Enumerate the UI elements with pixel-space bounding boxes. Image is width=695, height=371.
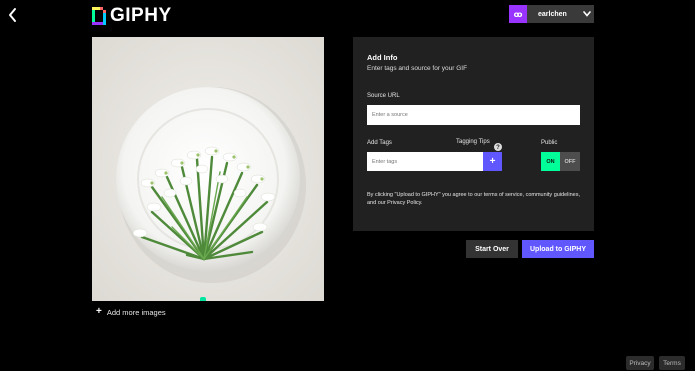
upload-progress-indicator [200,297,206,301]
add-info-panel: Add Info Enter tags and source for your … [353,37,594,231]
help-icon[interactable]: ? [494,138,502,151]
svg-text:?: ? [496,145,500,151]
giphy-logo-icon [92,7,106,25]
add-more-images-label: Add more images [106,307,166,317]
flower-plate-image [92,37,324,301]
toggle-on[interactable]: ON [541,152,560,171]
avatar: ꝏ [509,5,527,23]
avatar-text: ꝏ [513,9,523,19]
user-menu[interactable]: ꝏ earlchen [509,5,594,23]
add-more-images-button[interactable]: + Add more images [96,307,166,317]
logo-text: GIPHY [110,5,172,26]
giphy-logo[interactable]: GIPHY [92,5,172,27]
tags-input[interactable] [367,152,483,171]
public-toggle[interactable]: ON OFF [541,152,580,171]
plus-icon: + [489,156,496,167]
back-chevron-icon[interactable] [6,6,20,24]
plus-icon: + [96,306,102,317]
add-tags-label: Add Tags [367,140,392,146]
source-url-label: Source URL [367,93,400,99]
start-over-button[interactable]: Start Over [466,240,518,258]
username: earlchen [538,10,567,18]
tagging-tips-link[interactable]: Tagging Tips [456,139,490,145]
panel-subtitle: Enter tags and source for your GIF [367,65,468,72]
terms-notice: By clicking "Upload to GIPHY" you agree … [367,192,580,206]
public-label: Public [541,140,558,146]
add-tag-button[interactable]: + [483,152,502,171]
uploaded-image-preview [92,37,324,301]
panel-title: Add Info [367,53,398,62]
upload-to-giphy-button[interactable]: Upload to GIPHY [522,240,594,258]
toggle-off[interactable]: OFF [560,152,580,171]
chevron-down-icon[interactable] [580,5,594,23]
footer-terms-link[interactable]: Terms [659,356,685,370]
footer-privacy-link[interactable]: Privacy [626,356,654,370]
source-url-input[interactable] [367,105,580,125]
